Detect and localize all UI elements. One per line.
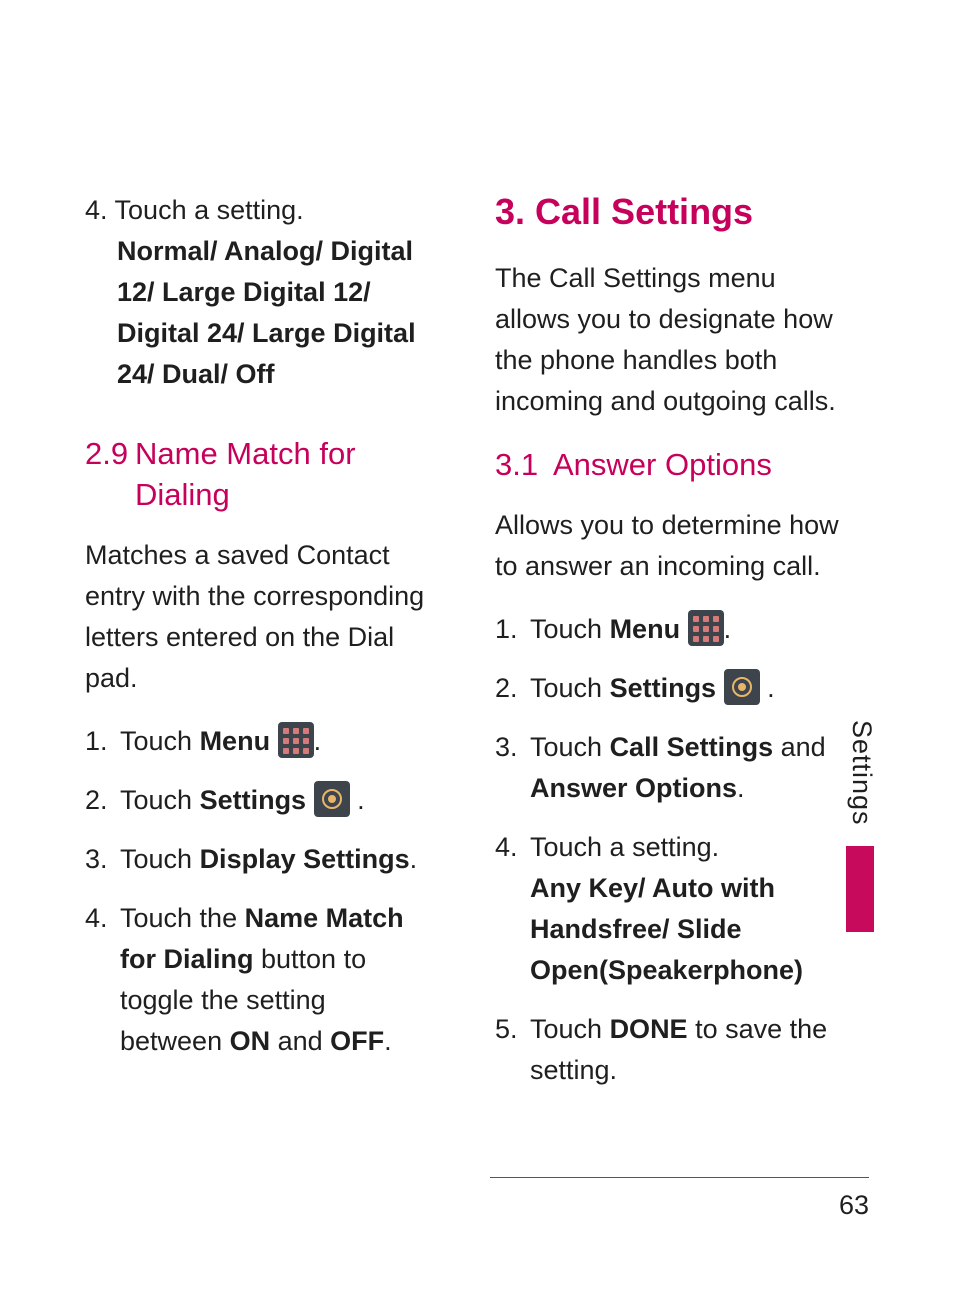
heading-text: Answer Options: [553, 444, 833, 485]
heading-text: Name Match for Dialing: [135, 433, 425, 515]
text: Touch: [120, 726, 200, 756]
section-3-intro: The Call Settings menu allows you to des…: [495, 258, 845, 422]
left-column: 4. Touch a setting. Normal/ Analog/ Digi…: [85, 190, 435, 1109]
step-3: Touch Call Settings and Answer Options.: [495, 727, 845, 809]
text: and: [270, 1026, 330, 1056]
steps-list-right: Touch Menu . Touch Settings . Touch Call…: [495, 609, 845, 1091]
two-column-layout: 4. Touch a setting. Normal/ Analog/ Digi…: [85, 190, 869, 1109]
heading-number: 2.9: [85, 433, 135, 474]
text: Touch: [120, 785, 200, 815]
on-label: ON: [230, 1026, 271, 1056]
display-settings-label: Display Settings: [200, 844, 410, 874]
text: Touch: [530, 673, 610, 703]
menu-label: Menu: [610, 614, 681, 644]
menu-icon: [688, 610, 724, 646]
side-tab: Settings: [846, 720, 882, 940]
step-5: Touch DONE to save the setting.: [495, 1009, 845, 1091]
step-1: Touch Menu .: [495, 609, 845, 650]
section-description: Matches a saved Contact entry with the c…: [85, 535, 435, 699]
text: Touch: [530, 732, 610, 762]
footer-rule: [490, 1177, 869, 1178]
text: Touch the: [120, 903, 245, 933]
text: and: [773, 732, 826, 762]
period: .: [724, 614, 732, 644]
right-column: 3. Call Settings The Call Settings menu …: [495, 190, 845, 1109]
settings-label: Settings: [610, 673, 717, 703]
text: Touch: [120, 844, 200, 874]
step-3: Touch Display Settings.: [85, 839, 435, 880]
page-footer: 63: [490, 1177, 869, 1221]
heading-number: 3.1: [495, 444, 553, 485]
section-heading-2-9: 2.9Name Match for Dialing: [85, 433, 435, 515]
period: .: [410, 844, 418, 874]
step-2: Touch Settings .: [495, 668, 845, 709]
settings-icon: [724, 669, 760, 705]
menu-icon: [278, 722, 314, 758]
done-label: DONE: [610, 1014, 688, 1044]
off-label: OFF: [330, 1026, 384, 1056]
step4-line1: Touch a setting.: [115, 195, 304, 225]
steps-list: Touch Menu . Touch Settings . Touch Disp…: [85, 721, 435, 1062]
period: .: [760, 673, 775, 703]
call-settings-label: Call Settings: [610, 732, 774, 762]
page-number: 63: [490, 1190, 869, 1221]
settings-icon: [314, 781, 350, 817]
answer-options-label: Answer Options: [530, 773, 737, 803]
step-2: Touch Settings .: [85, 780, 435, 821]
text: Touch: [530, 614, 610, 644]
text: Touch: [530, 1014, 610, 1044]
text: Touch a setting.: [530, 832, 719, 862]
step4-options: Any Key/ Auto with Handsfree/ Slide Open…: [530, 873, 803, 985]
step-1: Touch Menu .: [85, 721, 435, 762]
section-heading-3-1: 3.1Answer Options: [495, 444, 845, 485]
period: .: [737, 773, 745, 803]
manual-page: 4. Touch a setting. Normal/ Analog/ Digi…: [0, 0, 954, 1291]
step-number: 4.: [85, 195, 115, 225]
step-4: Touch a setting. Any Key/ Auto with Hand…: [495, 827, 845, 991]
period: .: [384, 1026, 392, 1056]
period: .: [314, 726, 322, 756]
side-tab-label: Settings: [846, 720, 877, 846]
section-heading-3: 3. Call Settings: [495, 190, 845, 234]
step-4: Touch the Name Match for Dialing button …: [85, 898, 435, 1062]
continued-step-4: 4. Touch a setting. Normal/ Analog/ Digi…: [85, 190, 435, 395]
section-3-1-description: Allows you to determine how to answer an…: [495, 505, 845, 587]
menu-label: Menu: [200, 726, 271, 756]
period: .: [350, 785, 365, 815]
side-tab-bar: [846, 846, 874, 932]
settings-label: Settings: [200, 785, 307, 815]
step4-options: Normal/ Analog/ Digital 12/ Large Digita…: [85, 231, 435, 395]
